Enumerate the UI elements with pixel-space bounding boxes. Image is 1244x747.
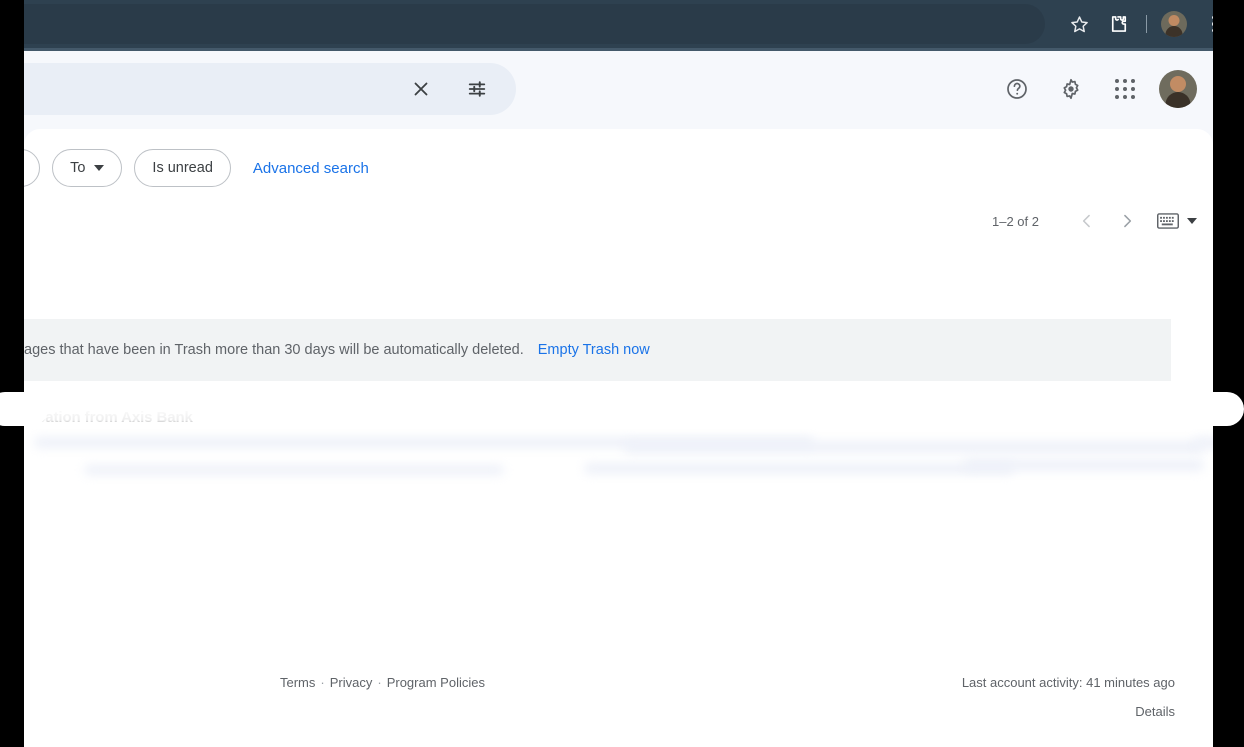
search-options-tune-icon[interactable] (460, 72, 494, 106)
gmail-footer: Terms · Privacy · Program Policies Last … (24, 667, 1213, 737)
chevron-down-icon (1187, 218, 1197, 224)
advanced-search-link[interactable]: Advanced search (253, 160, 369, 177)
activity-details-link[interactable]: Details (962, 704, 1175, 719)
terms-link[interactable]: Terms (280, 675, 315, 690)
chip-label: To (70, 160, 85, 176)
chevron-down-icon (94, 165, 104, 171)
pagination-controls: 1–2 of 2 (992, 201, 1197, 241)
account-activity: Last account activity: 41 minutes ago De… (962, 675, 1175, 719)
trash-retention-banner: ages that have been in Trash more than 3… (24, 319, 1171, 381)
pagination-count: 1–2 of 2 (992, 214, 1039, 229)
footer-separator: · (377, 675, 381, 690)
browser-toolbar-actions (1059, 0, 1234, 48)
bookmark-star-icon[interactable] (1059, 4, 1099, 44)
search-actions (404, 63, 494, 115)
overlay-pill-right (1180, 392, 1244, 426)
avatar (1161, 11, 1187, 37)
last-account-activity: Last account activity: 41 minutes ago (962, 675, 1175, 690)
chip-is-unread[interactable]: Is unread (134, 149, 230, 187)
toolbar-divider (1146, 15, 1147, 33)
privacy-link[interactable]: Privacy (330, 675, 373, 690)
profile-avatar-icon[interactable] (1154, 4, 1194, 44)
next-page-icon[interactable] (1107, 201, 1147, 241)
screen-root: nt To Is unread Advanced search 1–2 of 2 (0, 0, 1244, 747)
browser-toolbar (0, 0, 1244, 48)
keyboard-icon (1157, 213, 1179, 229)
gmail-app: nt To Is unread Advanced search 1–2 of 2 (24, 51, 1213, 747)
overlay-pill-left (0, 392, 48, 426)
input-tools-selector[interactable] (1157, 213, 1197, 229)
chip-attachment[interactable]: nt (24, 149, 40, 187)
extensions-puzzle-icon[interactable] (1099, 4, 1139, 44)
gmail-header (24, 51, 1213, 129)
clear-search-icon[interactable] (404, 72, 438, 106)
prev-page-icon[interactable] (1067, 201, 1107, 241)
program-policies-link[interactable]: Program Policies (387, 675, 485, 690)
letterbox-left (0, 0, 24, 747)
toolbar-bottom-edge (24, 48, 1213, 51)
email-subject: ification from Axis Bank (24, 409, 193, 426)
letterbox-right (1213, 0, 1244, 747)
banner-message: ages that have been in Trash more than 3… (24, 342, 524, 358)
chip-to[interactable]: To (52, 149, 122, 187)
content-panel: nt To Is unread Advanced search 1–2 of 2 (24, 129, 1213, 747)
grid-dots (1115, 79, 1136, 100)
footer-links: Terms · Privacy · Program Policies (280, 675, 485, 690)
footer-separator: · (320, 675, 324, 690)
chip-label: Is unread (152, 160, 212, 176)
gmail-header-actions (997, 63, 1197, 115)
browser-omnibox[interactable] (0, 4, 1045, 44)
account-avatar[interactable] (1159, 70, 1197, 108)
search-filter-chips: nt To Is unread Advanced search (24, 149, 369, 187)
redacted-email-row (24, 429, 1213, 485)
apps-grid-icon[interactable] (1105, 69, 1145, 109)
empty-trash-now-link[interactable]: Empty Trash now (538, 342, 650, 358)
help-icon[interactable] (997, 69, 1037, 109)
settings-gear-icon[interactable] (1051, 69, 1091, 109)
